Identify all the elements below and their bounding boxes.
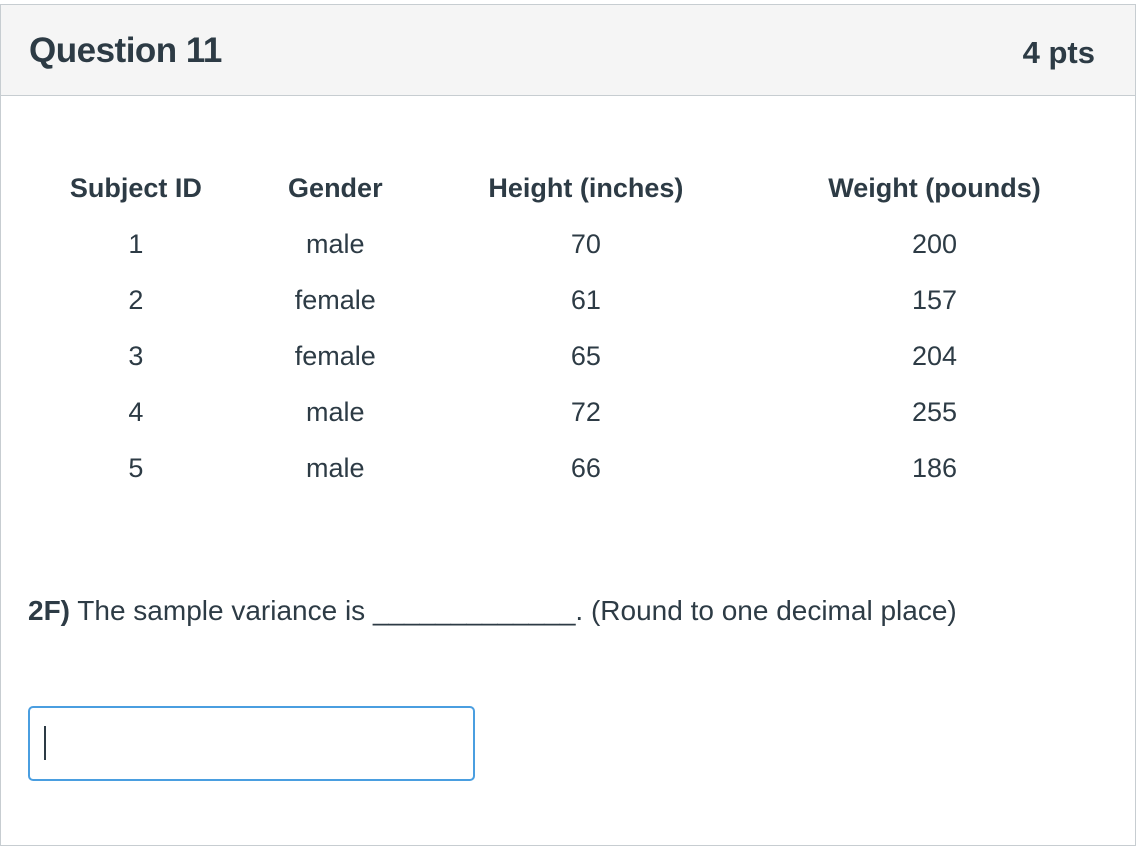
column-header-gender: Gender (288, 173, 383, 203)
cell-gender: male (306, 229, 365, 259)
answer-input[interactable] (28, 706, 475, 781)
cell-height: 61 (570, 285, 601, 315)
data-table: Subject ID Gender Height (inches) Weight… (0, 160, 1096, 496)
column-header-weight: Weight (pounds) (828, 173, 1041, 203)
cell-height: 66 (570, 453, 601, 483)
cell-height: 65 (570, 341, 601, 371)
question-header: Question 11 4 pts (1, 5, 1135, 96)
cell-gender: female (294, 341, 376, 371)
cell-subject-id: 3 (128, 341, 144, 371)
table-row: 1 male 70 200 (0, 216, 1096, 272)
cell-height: 72 (570, 397, 601, 427)
question-prompt: 2F) The sample variance is _____________… (28, 595, 957, 627)
data-table-container: Subject ID Gender Height (inches) Weight… (0, 160, 1096, 500)
cell-weight: 200 (911, 229, 958, 259)
cell-gender: male (306, 453, 365, 483)
table-header-row: Subject ID Gender Height (inches) Weight… (0, 160, 1096, 216)
text-cursor (44, 726, 46, 760)
table-row: 2 female 61 157 (0, 272, 1096, 328)
cell-gender: female (294, 285, 376, 315)
cell-subject-id: 4 (128, 397, 144, 427)
cell-subject-id: 2 (128, 285, 144, 315)
cell-height: 70 (570, 229, 601, 259)
table-row: 4 male 72 255 (0, 384, 1096, 440)
cell-subject-id: 1 (128, 229, 144, 259)
question-title: Question 11 (29, 31, 222, 70)
table-row: 3 female 65 204 (0, 328, 1096, 384)
question-prompt-text: The sample variance is _____________. (R… (70, 595, 957, 626)
question-points: 4 pts (1022, 35, 1095, 70)
table-row: 5 male 66 186 (0, 440, 1096, 496)
column-header-height: Height (inches) (488, 173, 684, 203)
cell-weight: 157 (911, 285, 958, 315)
cell-subject-id: 5 (128, 453, 144, 483)
cell-gender: male (306, 397, 365, 427)
cell-weight: 204 (911, 341, 958, 371)
cell-weight: 255 (911, 397, 958, 427)
cell-weight: 186 (911, 453, 958, 483)
question-part-label: 2F) (28, 595, 70, 626)
column-header-subject-id: Subject ID (69, 173, 202, 203)
